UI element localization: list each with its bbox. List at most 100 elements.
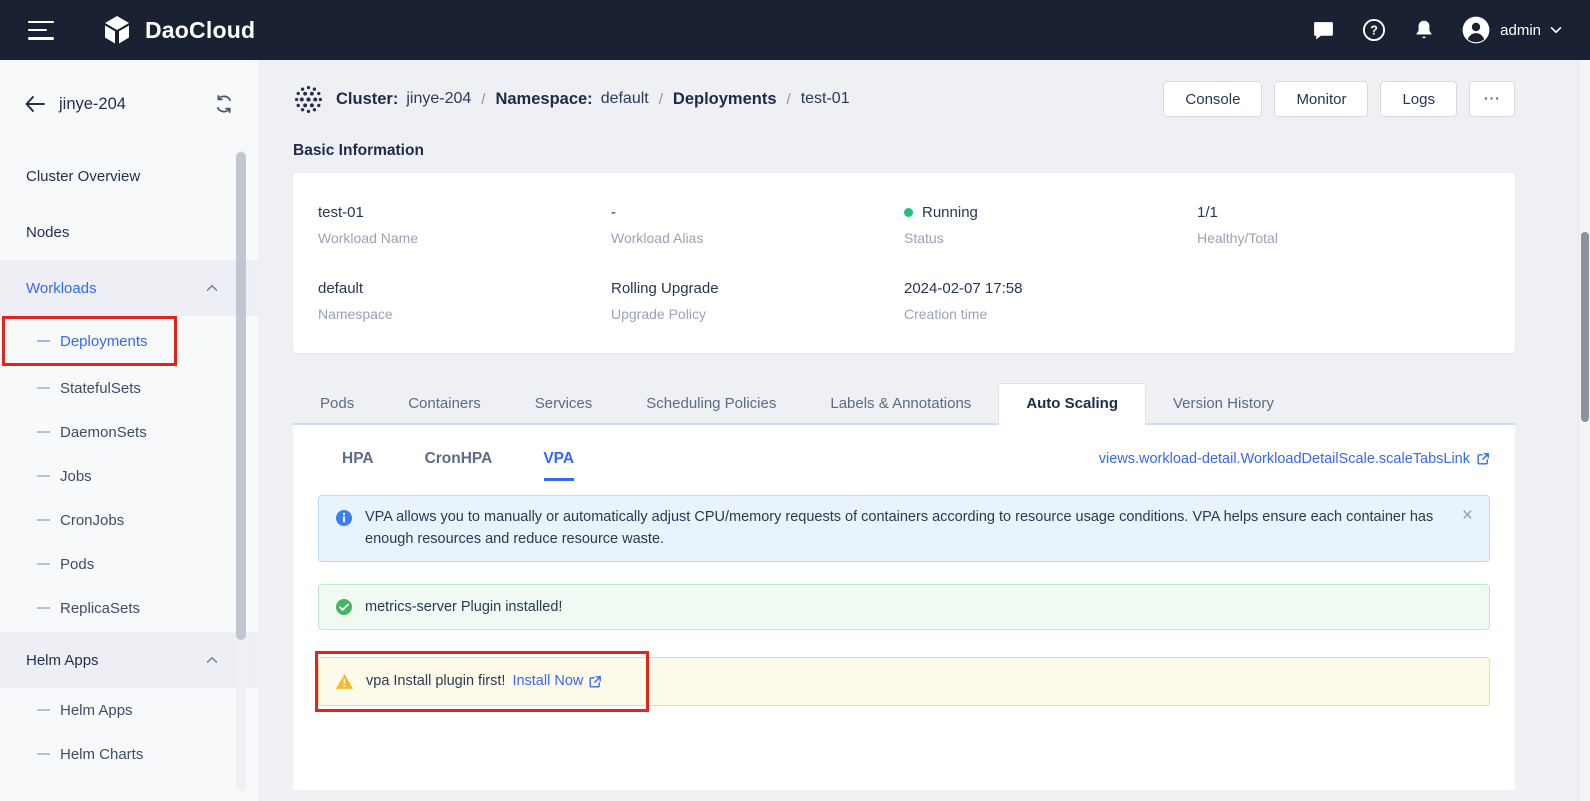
breadcrumb-cluster-label: Cluster:	[336, 90, 398, 109]
sidebar-item-deployments[interactable]: Deployments	[0, 316, 258, 366]
sidebar-item-replicasets[interactable]: ReplicaSets	[0, 586, 258, 630]
external-link-icon	[1476, 452, 1490, 466]
switch-cluster-icon[interactable]	[214, 94, 234, 114]
tab-containers[interactable]: Containers	[381, 384, 508, 423]
field-workload-alias: - Workload Alias	[611, 204, 904, 246]
breadcrumb-section[interactable]: Deployments	[673, 90, 777, 109]
vpa-warning-text: vpa Install plugin first!	[366, 670, 505, 692]
tab-pods[interactable]: Pods	[293, 384, 381, 423]
sidebar-scrollbar[interactable]	[236, 150, 246, 791]
console-button[interactable]: Console	[1163, 81, 1262, 117]
field-namespace: default Namespace	[318, 280, 611, 322]
sidebar-item-pods[interactable]: Pods	[0, 542, 258, 586]
sidebar-item-label: Deployments	[60, 333, 148, 350]
sidebar-item-label: Cluster Overview	[26, 168, 140, 185]
sidebar-item-helm-apps[interactable]: Helm Apps	[0, 688, 258, 732]
breadcrumb-cluster-value[interactable]: jinye-204	[406, 90, 471, 108]
help-icon[interactable]: ?	[1361, 17, 1387, 43]
metrics-server-text: metrics-server Plugin installed!	[365, 596, 562, 618]
subtab-cronhpa[interactable]: CronHPA	[425, 450, 493, 468]
page-scrollbar[interactable]	[1578, 60, 1590, 801]
sidebar-item-label: ReplicaSets	[60, 600, 140, 617]
install-now-text: Install Now	[512, 670, 583, 692]
tab-services[interactable]: Services	[508, 384, 620, 423]
scale-tabs-link-text: views.workload-detail.WorkloadDetailScal…	[1099, 451, 1470, 467]
sidebar-menu: Cluster Overview Nodes Workloads Deploym…	[0, 148, 258, 776]
sidebar-item-label: Jobs	[60, 468, 92, 485]
user-caret-icon	[1550, 26, 1562, 34]
chevron-up-icon	[206, 656, 218, 664]
subtab-hpa[interactable]: HPA	[342, 450, 374, 468]
breadcrumb-separator: /	[659, 91, 663, 108]
cluster-dots-icon	[293, 84, 324, 115]
field-value: Rolling Upgrade	[611, 280, 904, 297]
logs-button[interactable]: Logs	[1380, 81, 1457, 117]
field-label: Workload Name	[318, 230, 611, 246]
scale-tabs-link[interactable]: views.workload-detail.WorkloadDetailScal…	[1099, 451, 1490, 467]
sidebar-item-helm-apps-group[interactable]: Helm Apps	[0, 632, 258, 688]
warning-triangle-icon	[335, 673, 354, 690]
sidebar-item-daemonsets[interactable]: DaemonSets	[0, 410, 258, 454]
field-healthy-total: 1/1 Healthy/Total	[1197, 204, 1490, 246]
sidebar-item-label: StatefulSets	[60, 380, 141, 397]
external-link-icon	[588, 675, 602, 689]
sidebar-item-cronjobs[interactable]: CronJobs	[0, 498, 258, 542]
sidebar-item-label: CronJobs	[60, 512, 124, 529]
messages-icon[interactable]	[1311, 18, 1336, 43]
main-content: Cluster: jinye-204 / Namespace: default …	[258, 60, 1578, 801]
field-label: Workload Alias	[611, 230, 904, 246]
sidebar-item-workloads[interactable]: Workloads	[0, 260, 258, 316]
brand-name: DaoCloud	[145, 17, 255, 44]
back-arrow-icon[interactable]	[24, 95, 45, 113]
sidebar-item-nodes[interactable]: Nodes	[0, 204, 258, 260]
breadcrumb-namespace-value[interactable]: default	[601, 90, 649, 108]
dash-icon	[37, 519, 50, 521]
sidebar-cluster-name: jinye-204	[59, 95, 126, 114]
topbar-actions: ? admin	[1311, 15, 1562, 45]
dash-icon	[37, 431, 50, 433]
sidebar-item-label: Workloads	[26, 280, 97, 297]
sidebar-item-cluster-overview[interactable]: Cluster Overview	[0, 148, 258, 204]
sidebar-item-statefulsets[interactable]: StatefulSets	[0, 366, 258, 410]
dash-icon	[37, 563, 50, 565]
close-icon[interactable]: ×	[1444, 506, 1473, 525]
monitor-button[interactable]: Monitor	[1274, 81, 1368, 117]
top-bar: DaoCloud ? admin	[0, 0, 1590, 60]
scaling-subtabs: HPA CronHPA VPA views.workload-detail.Wo…	[318, 450, 1490, 468]
field-value: test-01	[318, 204, 611, 221]
detail-tabs: Pods Containers Services Scheduling Poli…	[293, 383, 1515, 425]
breadcrumb-namespace-label: Namespace:	[495, 90, 592, 109]
field-value: 2024-02-07 17:58	[904, 280, 1197, 297]
sidebar-scrollbar-thumb[interactable]	[236, 152, 246, 640]
sidebar-item-helm-charts[interactable]: Helm Charts	[0, 732, 258, 776]
field-value: 1/1	[1197, 204, 1490, 221]
field-label: Upgrade Policy	[611, 306, 904, 322]
vpa-info-text: VPA allows you to manually or automatica…	[365, 506, 1444, 551]
sidebar-header: jinye-204	[0, 60, 258, 148]
tab-version-history[interactable]: Version History	[1146, 384, 1301, 423]
tab-scheduling-policies[interactable]: Scheduling Policies	[619, 384, 803, 423]
notifications-bell-icon[interactable]	[1412, 18, 1436, 42]
menu-toggle-icon[interactable]	[28, 21, 54, 40]
basic-info-title: Basic Information	[293, 142, 1515, 160]
app-root: DaoCloud ? admin	[0, 0, 1590, 801]
tab-auto-scaling[interactable]: Auto Scaling	[998, 383, 1146, 425]
brand[interactable]: DaoCloud	[100, 13, 255, 47]
dash-icon	[37, 340, 50, 342]
auto-scaling-panel: HPA CronHPA VPA views.workload-detail.Wo…	[293, 425, 1515, 790]
tab-labels-annotations[interactable]: Labels & Annotations	[803, 384, 998, 423]
page-scrollbar-thumb[interactable]	[1581, 232, 1589, 422]
more-actions-button[interactable]: ⋯	[1469, 81, 1515, 117]
success-check-icon	[335, 598, 353, 616]
user-menu[interactable]: admin	[1461, 15, 1562, 45]
breadcrumb: Cluster: jinye-204 / Namespace: default …	[293, 79, 1515, 119]
field-label: Healthy/Total	[1197, 230, 1490, 246]
vpa-info-alert: VPA allows you to manually or automatica…	[318, 495, 1490, 562]
field-creation-time: 2024-02-07 17:58 Creation time	[904, 280, 1197, 322]
daocloud-logo-icon	[100, 13, 134, 47]
sidebar-item-jobs[interactable]: Jobs	[0, 454, 258, 498]
install-now-link[interactable]: Install Now	[512, 670, 602, 692]
dash-icon	[37, 387, 50, 389]
basic-info-card: test-01 Workload Name - Workload Alias R…	[293, 173, 1515, 353]
subtab-vpa[interactable]: VPA	[543, 450, 574, 468]
